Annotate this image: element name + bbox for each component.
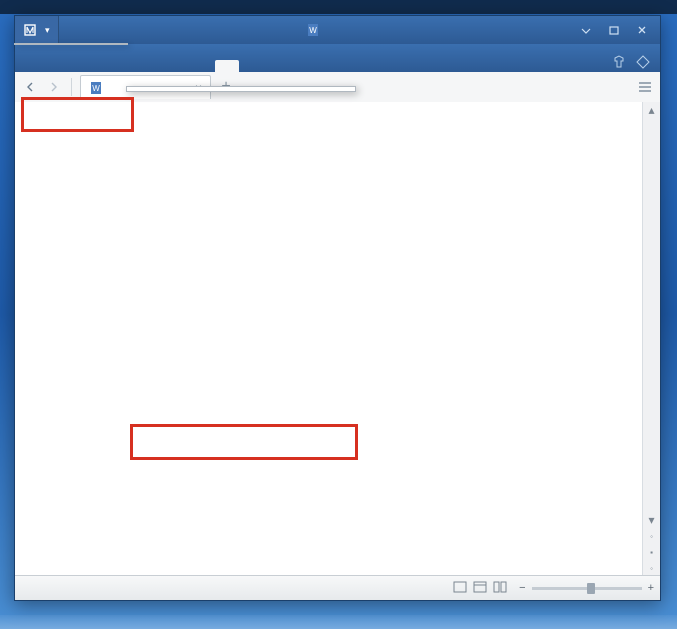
zoom-out-button[interactable]: − bbox=[519, 582, 525, 594]
browse-object-icon[interactable]: ▪ bbox=[643, 544, 660, 560]
tab-section[interactable] bbox=[239, 60, 263, 72]
minimize-button[interactable] bbox=[572, 20, 600, 40]
scroll-up-icon[interactable]: ▴ bbox=[643, 102, 660, 118]
tab-office-space[interactable] bbox=[263, 60, 287, 72]
tab-review[interactable] bbox=[191, 60, 215, 72]
svg-text:W: W bbox=[309, 26, 317, 35]
titlebar: ▾ W bbox=[15, 16, 660, 44]
forward-button[interactable] bbox=[43, 76, 65, 98]
app-window: ▾ W W × + bbox=[14, 15, 661, 601]
view-mode-icon[interactable] bbox=[493, 581, 507, 596]
zoom-knob[interactable] bbox=[587, 583, 595, 594]
tab-page-layout[interactable] bbox=[143, 60, 167, 72]
tab-view[interactable] bbox=[215, 60, 239, 72]
app-menu-button[interactable]: ▾ bbox=[15, 16, 59, 44]
svg-text:W: W bbox=[92, 84, 100, 93]
prev-page-icon[interactable]: ◦ bbox=[643, 528, 660, 544]
list-icon[interactable] bbox=[634, 76, 656, 98]
wps-logo-icon bbox=[23, 23, 37, 37]
separator bbox=[71, 78, 72, 96]
view-mode-icon[interactable] bbox=[473, 581, 487, 596]
main-menu-dropdown bbox=[14, 43, 128, 45]
close-button[interactable] bbox=[628, 20, 656, 40]
chevron-down-icon: ▾ bbox=[45, 25, 50, 36]
word-doc-icon: W bbox=[306, 23, 320, 37]
document-title: W bbox=[59, 23, 572, 37]
view-submenu bbox=[126, 86, 356, 92]
view-mode-icon[interactable] bbox=[453, 581, 467, 596]
zoom-in-button[interactable]: + bbox=[648, 582, 654, 594]
desktop-taskbar-bottom bbox=[0, 615, 677, 629]
back-button[interactable] bbox=[19, 76, 41, 98]
vertical-scrollbar[interactable]: ▴ ▾ ◦ ▪ ◦ bbox=[642, 102, 660, 576]
statusbar: − + bbox=[15, 575, 660, 600]
ribbon-tabs bbox=[15, 44, 660, 72]
window-controls bbox=[572, 20, 656, 40]
skin-icon[interactable] bbox=[612, 55, 626, 72]
maximize-button[interactable] bbox=[600, 20, 628, 40]
tab-references[interactable] bbox=[167, 60, 191, 72]
scroll-down-icon[interactable]: ▾ bbox=[643, 512, 660, 528]
zoom-controls: − + bbox=[453, 581, 654, 596]
help-icon[interactable] bbox=[636, 55, 650, 72]
word-doc-icon: W bbox=[89, 81, 103, 95]
desktop-taskbar-top bbox=[0, 0, 677, 14]
document-area[interactable]: ▴ ▾ ◦ ▪ ◦ bbox=[15, 102, 660, 576]
next-page-icon[interactable]: ◦ bbox=[643, 560, 660, 576]
zoom-slider[interactable] bbox=[532, 587, 642, 590]
